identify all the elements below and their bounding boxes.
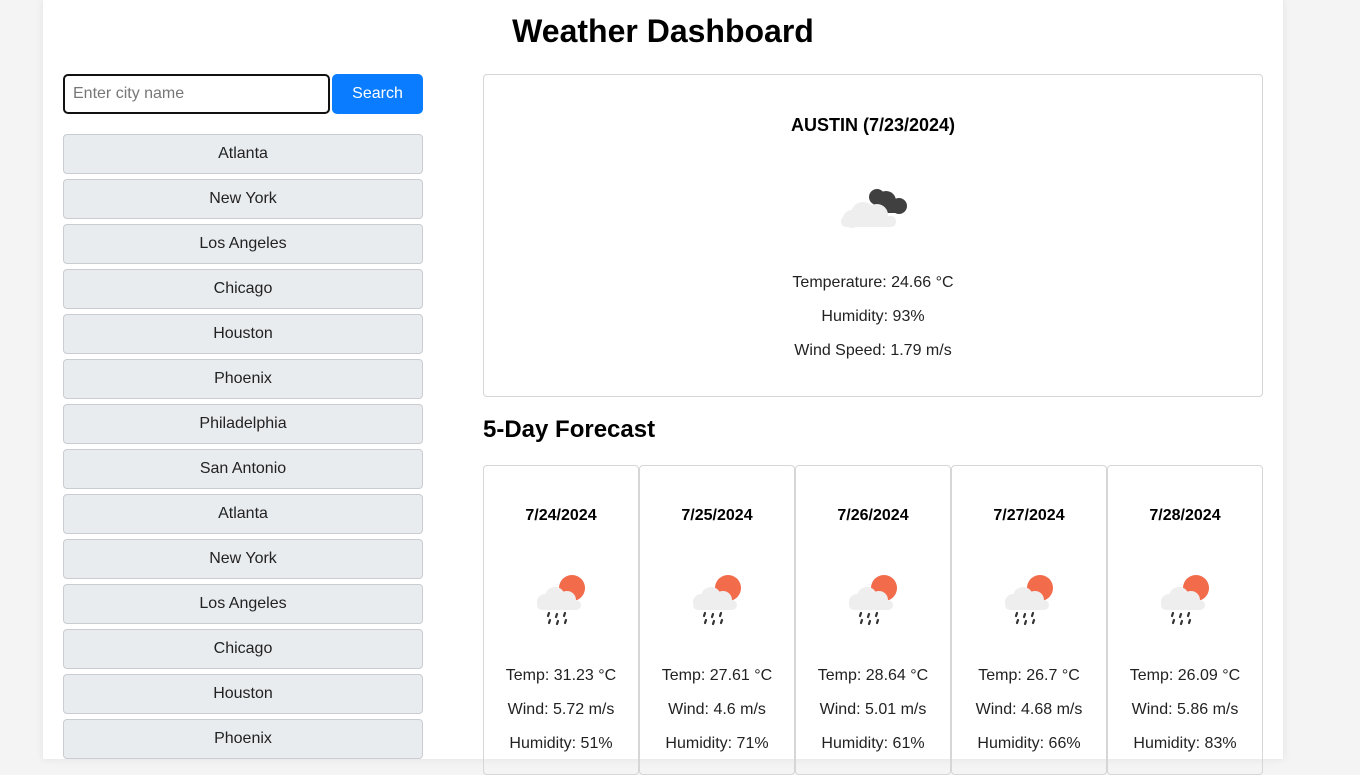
sun-rain-icon xyxy=(1005,575,1053,626)
history-city-button[interactable]: Chicago xyxy=(63,269,423,309)
forecast-date: 7/26/2024 xyxy=(837,507,909,524)
sun-rain-icon xyxy=(849,575,897,626)
history-city-button[interactable]: New York xyxy=(63,179,423,219)
history-city-button[interactable]: Houston xyxy=(63,674,423,714)
current-weather-card: AUSTIN (7/23/2024) Temperature: 24.66 °C… xyxy=(483,74,1263,397)
forecast-day-card: 7/24/2024 Temp: 31.23 °C Wind: 5.72 m/s Hum… xyxy=(483,465,639,775)
dashboard-page: Weather Dashboard Search Atlanta New York… xyxy=(43,0,1283,775)
current-wind-speed: Wind Speed: 1.79 m/s xyxy=(794,342,952,359)
history-city-button[interactable]: Los Angeles xyxy=(63,224,423,264)
forecast-humidity: Humidity: 71% xyxy=(665,735,769,752)
forecast-wind: Wind: 4.6 m/s xyxy=(668,701,766,718)
forecast-date: 7/28/2024 xyxy=(1149,507,1221,524)
history-city-button[interactable]: Houston xyxy=(63,314,423,354)
current-humidity: Humidity: 93% xyxy=(821,308,925,325)
forecast-heading: 5-Day Forecast xyxy=(483,416,656,443)
forecast-day-card: 7/27/2024 Temp: 26.7 °C Wind: 4.68 m/s Humi… xyxy=(951,465,1107,775)
forecast-row: 7/24/2024 Temp: 31.23 °C Wind: 5.72 m/s Hum… xyxy=(483,465,1263,775)
forecast-wind: Wind: 5.72 m/s xyxy=(507,701,615,718)
history-city-button[interactable]: Chicago xyxy=(63,629,423,669)
sun-rain-icon xyxy=(537,575,585,626)
forecast-day-card: 7/25/2024 Temp: 27.61 °C Wind: 4.6 m/s Humi… xyxy=(639,465,795,775)
forecast-humidity: Humidity: 66% xyxy=(977,735,1081,752)
forecast-temp: Temp: 31.23 °C xyxy=(505,667,617,684)
forecast-day-card: 7/28/2024 Temp: 26.09 °C Wind: 5.86 m/s Hum… xyxy=(1107,465,1263,775)
search-history-list: Atlanta New York Los Angeles Chicago Houston… xyxy=(63,134,423,764)
history-city-button[interactable]: Atlanta xyxy=(63,494,423,534)
sun-rain-icon xyxy=(693,575,741,626)
forecast-day-card: 7/26/2024 Temp: 28.64 °C Wind: 5.01 m/s Hum… xyxy=(795,465,951,775)
forecast-wind: Wind: 4.68 m/s xyxy=(975,701,1083,718)
forecast-temp: Temp: 26.09 °C xyxy=(1129,667,1241,684)
history-city-button[interactable]: San Antonio xyxy=(63,449,423,489)
forecast-temp: Temp: 26.7 °C xyxy=(978,667,1080,684)
current-city-title: AUSTIN (7/23/2024) xyxy=(790,115,956,135)
sun-rain-icon xyxy=(1161,575,1209,626)
history-city-button[interactable]: Phoenix xyxy=(63,719,423,759)
forecast-humidity: Humidity: 61% xyxy=(821,735,925,752)
forecast-date: 7/25/2024 xyxy=(681,507,753,524)
broken-clouds-icon xyxy=(841,189,907,228)
history-city-button[interactable]: Phoenix xyxy=(63,359,423,399)
current-temperature: Temperature: 24.66 °C xyxy=(792,274,954,291)
forecast-wind: Wind: 5.86 m/s xyxy=(1131,701,1239,718)
history-city-button[interactable]: New York xyxy=(63,539,423,579)
forecast-date: 7/27/2024 xyxy=(993,507,1065,524)
city-search-input[interactable] xyxy=(63,74,330,114)
forecast-temp: Temp: 28.64 °C xyxy=(817,667,929,684)
forecast-humidity: Humidity: 51% xyxy=(509,735,613,752)
page-title: Weather Dashboard xyxy=(512,13,814,49)
history-city-button[interactable]: Atlanta xyxy=(63,134,423,174)
forecast-humidity: Humidity: 83% xyxy=(1133,735,1237,752)
history-city-button[interactable]: Los Angeles xyxy=(63,584,423,624)
history-city-button[interactable]: Philadelphia xyxy=(63,404,423,444)
forecast-wind: Wind: 5.01 m/s xyxy=(819,701,927,718)
forecast-date: 7/24/2024 xyxy=(525,507,597,524)
forecast-temp: Temp: 27.61 °C xyxy=(661,667,773,684)
search-button[interactable]: Search xyxy=(332,74,423,114)
